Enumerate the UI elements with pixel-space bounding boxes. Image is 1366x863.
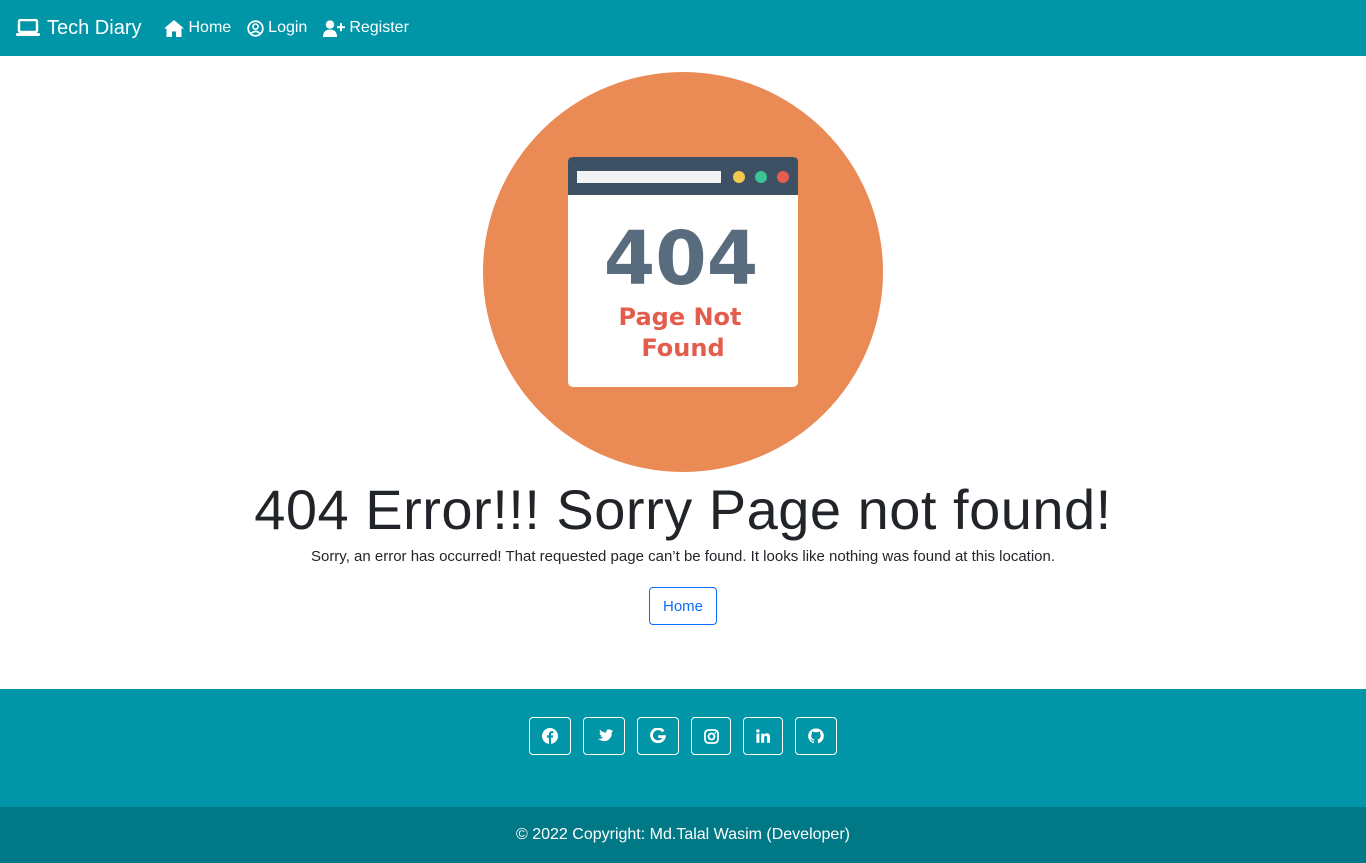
brand-link[interactable]: Tech Diary <box>16 17 141 40</box>
user-circle-icon <box>247 19 264 37</box>
facebook-button[interactable] <box>529 717 571 755</box>
home-button[interactable]: Home <box>649 587 717 625</box>
page-not-found-illustration: 404 Page Not Found <box>483 72 883 472</box>
error-message: Sorry, an error has occurred! That reque… <box>310 548 1056 565</box>
twitter-button[interactable] <box>583 717 625 755</box>
nav-login-label: Login <box>268 19 308 36</box>
laptop-icon <box>16 19 40 36</box>
linkedin-button[interactable] <box>743 717 783 755</box>
illustration-caption-line2: Found <box>641 334 724 362</box>
copyright-text: © 2022 Copyright: Md.Talal Wasim (Develo… <box>516 826 850 843</box>
illustration-code: 404 <box>604 216 758 302</box>
illustration-caption-line1: Page Not <box>619 303 742 331</box>
nav-register[interactable]: Register <box>323 19 409 37</box>
instagram-button[interactable] <box>691 717 731 755</box>
google-button[interactable] <box>637 717 679 755</box>
browser-dot-green <box>755 171 767 183</box>
brand-title: Tech Diary <box>47 16 142 39</box>
home-icon <box>164 19 185 37</box>
footer-copyright: © 2022 Copyright: Md.Talal Wasim (Develo… <box>0 807 1366 863</box>
user-plus-icon <box>323 19 346 37</box>
browser-address-bar <box>577 171 721 183</box>
nav-home-label: Home <box>188 19 232 36</box>
browser-dot-red <box>777 171 789 183</box>
social-links <box>529 717 837 755</box>
facebook-icon <box>542 728 558 744</box>
browser-dot-yellow <box>733 171 745 183</box>
github-button[interactable] <box>795 717 837 755</box>
github-icon <box>808 728 824 744</box>
twitter-icon <box>597 729 613 742</box>
nav-register-label: Register <box>349 19 409 36</box>
error-heading: 404 Error!!! Sorry Page not found! <box>254 478 1112 541</box>
navbar: Tech Diary Home Login Register <box>0 0 1366 56</box>
footer-social <box>0 689 1366 807</box>
google-icon <box>650 728 666 744</box>
main-content: 404 Page Not Found 404 Error!!! Sorry Pa… <box>0 56 1366 689</box>
nav-login[interactable]: Login <box>247 19 307 37</box>
nav-home[interactable]: Home <box>164 19 231 37</box>
linkedin-icon <box>756 729 770 743</box>
instagram-icon <box>703 728 719 744</box>
